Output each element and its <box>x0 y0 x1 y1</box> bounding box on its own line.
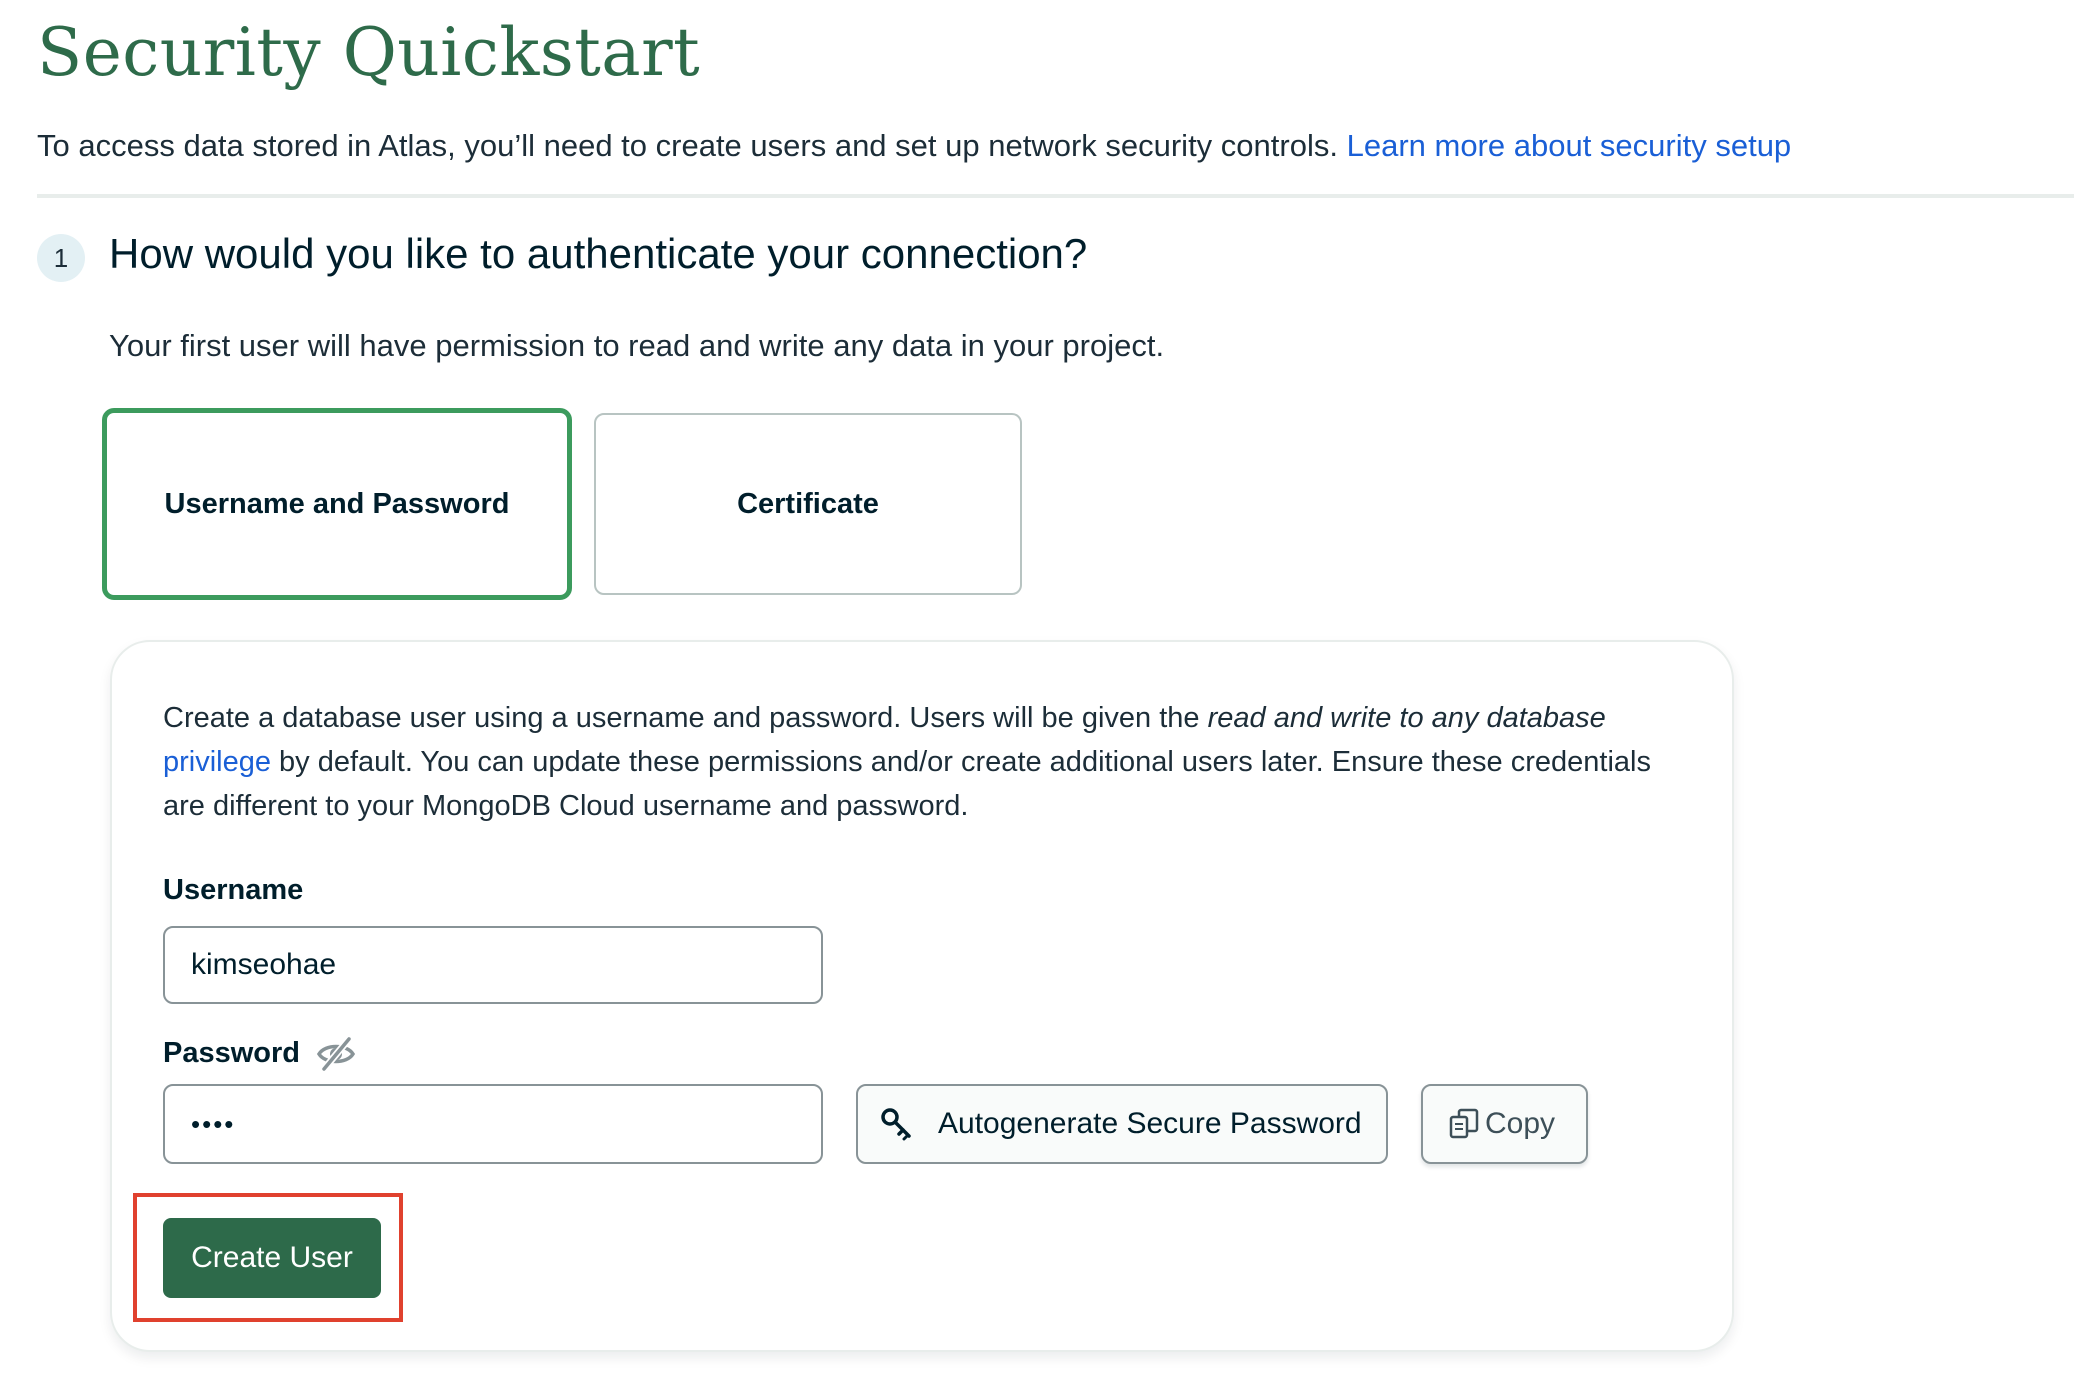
autogenerate-password-button[interactable]: Autogenerate Secure Password <box>856 1084 1388 1164</box>
key-icon <box>880 1107 914 1141</box>
autogenerate-label: Autogenerate Secure Password <box>938 1107 1362 1140</box>
copy-password-button[interactable]: Copy <box>1421 1084 1588 1164</box>
intro-description: To access data stored in Atlas, you’ll n… <box>37 128 1338 163</box>
username-input[interactable] <box>163 926 823 1004</box>
auth-option-certificate[interactable]: Certificate <box>594 413 1022 595</box>
auth-option-label: Username and Password <box>164 487 510 520</box>
create-user-button[interactable]: Create User <box>163 1218 381 1298</box>
card-desc-emphasis: read and write to any database <box>1207 702 1606 734</box>
step-number-badge: 1 <box>37 234 85 282</box>
password-input[interactable] <box>163 1084 823 1164</box>
learn-more-security-link[interactable]: Learn more about security setup <box>1347 128 1792 163</box>
privilege-link[interactable]: privilege <box>163 746 271 778</box>
card-desc-text-continued: by default. You can update these permiss… <box>163 746 1651 822</box>
card-desc-text: Create a database user using a username … <box>163 702 1208 734</box>
step-title: How would you like to authenticate your … <box>109 230 1088 277</box>
eye-slash-icon[interactable] <box>316 1036 356 1072</box>
card-description: Create a database user using a username … <box>163 696 1693 828</box>
divider <box>37 194 2074 198</box>
security-quickstart-page: Security Quickstart To access data store… <box>0 0 2074 1382</box>
username-label: Username <box>163 874 304 906</box>
auth-option-label: Certificate <box>737 487 879 520</box>
copy-label: Copy <box>1485 1107 1556 1140</box>
copy-icon <box>1449 1108 1479 1140</box>
password-label: Password <box>163 1037 300 1069</box>
intro-text: To access data stored in Atlas, you’ll n… <box>37 128 1791 164</box>
auth-option-username-password[interactable]: Username and Password <box>102 408 572 600</box>
page-title: Security Quickstart <box>37 14 701 91</box>
step-subtitle: Your first user will have permission to … <box>109 328 1165 363</box>
